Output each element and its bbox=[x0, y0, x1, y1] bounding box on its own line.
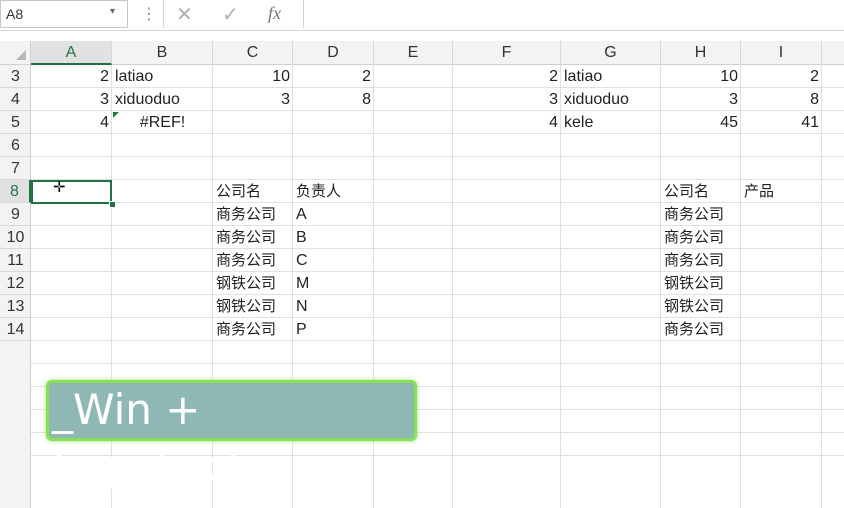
cell-d13[interactable]: N bbox=[296, 295, 371, 318]
enter-check-icon[interactable]: ✓ bbox=[222, 2, 239, 27]
cell-f3[interactable]: 2 bbox=[456, 65, 558, 88]
cell-c12[interactable]: 钢铁公司 bbox=[216, 272, 290, 295]
cell-d12[interactable]: M bbox=[296, 272, 371, 295]
grid-vline bbox=[560, 65, 561, 508]
grid-vline bbox=[740, 65, 741, 508]
cell-h5[interactable]: 45 bbox=[664, 111, 738, 134]
cell-i5[interactable]: 41 bbox=[744, 111, 819, 134]
cell-g5[interactable]: kele bbox=[564, 111, 658, 134]
error-indicator-icon bbox=[113, 112, 119, 118]
select-all-triangle-icon bbox=[16, 50, 26, 60]
cell-d14[interactable]: P bbox=[296, 318, 371, 341]
row-header-6[interactable]: 6 bbox=[0, 134, 31, 157]
row-header-7[interactable]: 7 bbox=[0, 157, 31, 180]
grid-vline bbox=[660, 65, 661, 508]
cell-c8[interactable]: 公司名 bbox=[216, 180, 290, 203]
cell-d10[interactable]: B bbox=[296, 226, 371, 249]
cell-b4[interactable]: xiduoduo bbox=[115, 88, 210, 111]
row-header-4[interactable]: 4 bbox=[0, 88, 31, 111]
row-header-10[interactable]: 10 bbox=[0, 226, 31, 249]
column-header-f[interactable]: F bbox=[453, 41, 561, 65]
cell-i8[interactable]: 产品 bbox=[744, 180, 819, 203]
cell-c10[interactable]: 商务公司 bbox=[216, 226, 290, 249]
name-box-value: A8 bbox=[6, 6, 24, 22]
cell-c14[interactable]: 商务公司 bbox=[216, 318, 290, 341]
cell-c4[interactable]: 3 bbox=[216, 88, 290, 111]
row-header-3[interactable]: 3 bbox=[0, 65, 31, 88]
cell-h3[interactable]: 10 bbox=[664, 65, 738, 88]
cell-h9[interactable]: 商务公司 bbox=[664, 203, 738, 226]
cell-i4[interactable]: 8 bbox=[744, 88, 819, 111]
column-header-i[interactable]: I bbox=[741, 41, 822, 65]
cell-h13[interactable]: 钢铁公司 bbox=[664, 295, 738, 318]
cell-f4[interactable]: 3 bbox=[456, 88, 558, 111]
cell-a5[interactable]: 4 bbox=[34, 111, 109, 134]
row-header-12[interactable]: 12 bbox=[0, 272, 31, 295]
cell-h12[interactable]: 钢铁公司 bbox=[664, 272, 738, 295]
column-header-c[interactable]: C bbox=[213, 41, 293, 65]
cell-select-cursor-icon: ✛ bbox=[53, 179, 66, 196]
fill-handle[interactable] bbox=[109, 201, 116, 208]
cell-d11[interactable]: C bbox=[296, 249, 371, 272]
cell-h4[interactable]: 3 bbox=[664, 88, 738, 111]
cell-h14[interactable]: 商务公司 bbox=[664, 318, 738, 341]
cancel-icon[interactable]: ✕ bbox=[176, 2, 193, 27]
name-box-dropdown-icon[interactable]: ▾ bbox=[110, 6, 115, 17]
keystroke-overlay-text: _Win + CapsLock_ bbox=[52, 385, 273, 490]
cell-g3[interactable]: latiao bbox=[564, 65, 658, 88]
column-header-h[interactable]: H bbox=[661, 41, 741, 65]
row-header-8[interactable]: 8 bbox=[0, 180, 31, 203]
row-header-9[interactable]: 9 bbox=[0, 203, 31, 226]
formula-input[interactable] bbox=[303, 0, 844, 28]
grid-hline bbox=[31, 156, 844, 157]
cell-a3[interactable]: 2 bbox=[34, 65, 109, 88]
cell-b5[interactable]: #REF! bbox=[115, 111, 210, 134]
grid-vline bbox=[452, 65, 453, 508]
cell-d4[interactable]: 8 bbox=[296, 88, 371, 111]
column-header-b[interactable]: B bbox=[112, 41, 213, 65]
cell-c9[interactable]: 商务公司 bbox=[216, 203, 290, 226]
cell-c13[interactable]: 钢铁公司 bbox=[216, 295, 290, 318]
row-header-5[interactable]: 5 bbox=[0, 111, 31, 134]
row-header-14[interactable]: 14 bbox=[0, 318, 31, 341]
cell-h10[interactable]: 商务公司 bbox=[664, 226, 738, 249]
toolbar-gap bbox=[0, 31, 844, 41]
cell-d3[interactable]: 2 bbox=[296, 65, 371, 88]
active-cell-a8[interactable] bbox=[31, 180, 112, 204]
cell-h8[interactable]: 公司名 bbox=[664, 180, 738, 203]
cell-c3[interactable]: 10 bbox=[216, 65, 290, 88]
formula-bar-divider bbox=[163, 0, 164, 28]
grid-hline bbox=[31, 363, 844, 364]
cell-b3[interactable]: latiao bbox=[115, 65, 210, 88]
cell-i3[interactable]: 2 bbox=[744, 65, 819, 88]
cell-a4[interactable]: 3 bbox=[34, 88, 109, 111]
column-header-a[interactable]: A bbox=[31, 41, 112, 65]
cell-d9[interactable]: A bbox=[296, 203, 371, 226]
more-dots-icon: ⋮ bbox=[141, 6, 157, 23]
row-header-11[interactable]: 11 bbox=[0, 249, 31, 272]
column-header-g[interactable]: G bbox=[561, 41, 661, 65]
cell-d8[interactable]: 负责人 bbox=[296, 180, 371, 203]
insert-function-icon[interactable]: fx bbox=[268, 3, 281, 24]
column-header-d[interactable]: D bbox=[293, 41, 374, 65]
cell-g4[interactable]: xiduoduo bbox=[564, 88, 658, 111]
row-header-13[interactable]: 13 bbox=[0, 295, 31, 318]
grid-vline bbox=[821, 65, 822, 508]
cell-f5[interactable]: 4 bbox=[456, 111, 558, 134]
cell-h11[interactable]: 商务公司 bbox=[664, 249, 738, 272]
cell-c11[interactable]: 商务公司 bbox=[216, 249, 290, 272]
column-header-e[interactable]: E bbox=[374, 41, 453, 65]
